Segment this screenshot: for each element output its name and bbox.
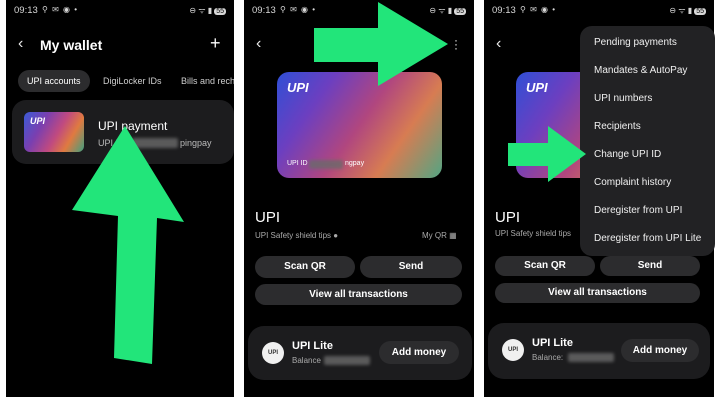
arrow-up-left-annotation	[72, 126, 184, 364]
arrow-to-change-upi-id-annotation	[508, 126, 586, 182]
arrow-right-annotation	[314, 2, 448, 86]
annotation-arrows	[72, 2, 586, 364]
